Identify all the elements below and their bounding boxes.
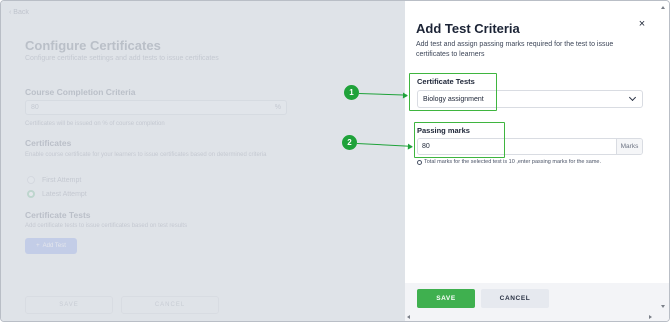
certificate-tests-field-label: Certificate Tests bbox=[417, 77, 475, 86]
info-icon bbox=[417, 159, 422, 165]
passing-marks-label: Passing marks bbox=[417, 126, 470, 135]
certificate-test-select[interactable]: Biology assignment bbox=[417, 90, 643, 108]
callout-badge-1: 1 bbox=[344, 85, 359, 100]
chevron-down-icon bbox=[628, 93, 637, 102]
background-page: ‹ Back Configure Certificates Configure … bbox=[1, 1, 405, 321]
scroll-left-icon[interactable] bbox=[407, 315, 410, 319]
passing-marks-field: Marks bbox=[417, 138, 643, 155]
vertical-scrollbar[interactable] bbox=[658, 1, 669, 321]
save-button[interactable]: SAVE bbox=[417, 289, 475, 308]
panel-footer: SAVE CANCEL bbox=[405, 283, 669, 321]
passing-marks-input[interactable] bbox=[418, 139, 616, 154]
modal-overlay[interactable] bbox=[1, 1, 405, 321]
scroll-up-icon[interactable] bbox=[661, 6, 665, 9]
scroll-down-icon[interactable] bbox=[661, 305, 665, 308]
panel-title: Add Test Criteria bbox=[416, 21, 520, 36]
marks-suffix: Marks bbox=[616, 139, 642, 154]
panel-description: Add test and assign passing marks requir… bbox=[416, 41, 614, 58]
close-icon[interactable]: × bbox=[635, 17, 649, 31]
passing-marks-hint: Total marks for the selected test is 10 … bbox=[417, 159, 601, 165]
certificate-test-selected-value: Biology assignment bbox=[423, 95, 484, 103]
scroll-right-icon[interactable] bbox=[649, 315, 652, 319]
cancel-button[interactable]: CANCEL bbox=[481, 289, 549, 308]
add-test-criteria-panel: Add Test Criteria × Add test and assign … bbox=[405, 1, 669, 321]
callout-badge-2: 2 bbox=[342, 135, 357, 150]
app-window: ‹ Back Configure Certificates Configure … bbox=[0, 0, 670, 322]
